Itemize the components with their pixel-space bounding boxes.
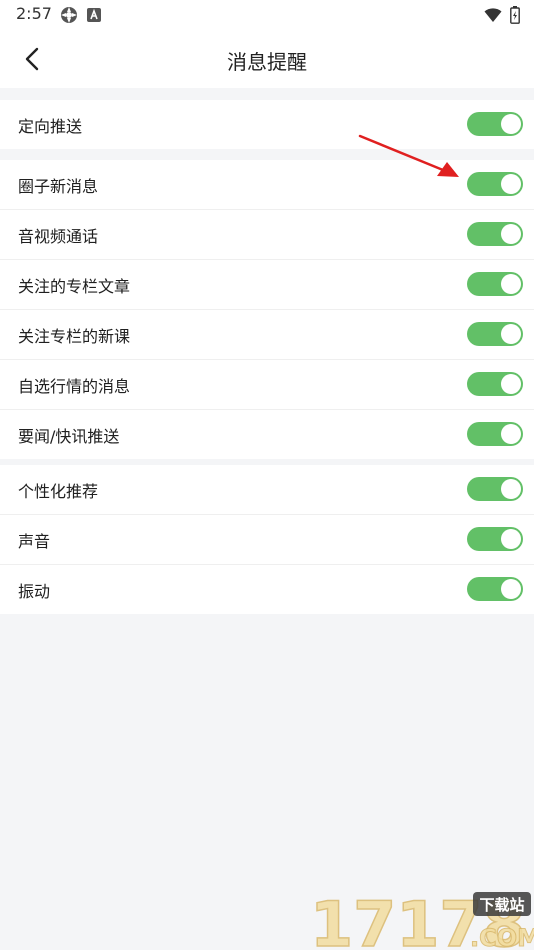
toggle-knob [501,374,521,394]
toggle-knob [501,479,521,499]
toggle-knob [501,579,521,599]
toggle-switch[interactable] [467,272,523,296]
setting-row-personalized-recommendation: 个性化推荐 [0,465,534,515]
toggle-switch[interactable] [467,222,523,246]
status-icons-left [60,6,102,24]
setting-row-directed-push: 定向推送 [0,100,534,149]
watermark-badge: 下载站 [479,896,524,914]
toggle-knob [501,174,521,194]
watermark-logo: 17178 下载站 .COM [309,888,534,950]
toggle-switch[interactable] [467,527,523,551]
setting-label: 关注的专栏文章 [18,276,131,296]
toggle-switch[interactable] [467,112,523,136]
page-title: 消息提醒 [227,50,307,74]
setting-row-followed-column-articles: 关注的专栏文章 [0,260,534,310]
setting-label: 个性化推荐 [18,481,99,501]
setting-label: 圈子新消息 [18,176,99,196]
toggle-knob [501,274,521,294]
toggle-knob [501,324,521,344]
setting-row-circle-messages: 圈子新消息 [0,160,534,210]
settings-group-preferences: 个性化推荐 声音 振动 [0,465,534,614]
toggle-knob [501,529,521,549]
wifi-icon [484,8,502,22]
toggle-switch[interactable] [467,477,523,501]
settings-group-messages: 圈子新消息 音视频通话 关注的专栏文章 关注专栏的新课 自选行情的消息 要闻/快… [0,160,534,459]
accessibility-icon [87,8,101,22]
toggle-knob [501,424,521,444]
toggle-switch[interactable] [467,172,523,196]
setting-label: 自选行情的消息 [18,376,131,396]
android-settings-icon [61,7,77,23]
header: 消息提醒 [0,30,534,88]
setting-row-sound: 声音 [0,515,534,565]
setting-row-watchlist-messages: 自选行情的消息 [0,360,534,410]
setting-row-vibration: 振动 [0,565,534,614]
setting-label: 振动 [18,581,51,601]
battery-icon [510,6,520,24]
setting-label: 音视频通话 [18,226,99,246]
toggle-switch[interactable] [467,372,523,396]
toggle-switch[interactable] [467,577,523,601]
toggle-switch[interactable] [467,422,523,446]
setting-label: 要闻/快讯推送 [18,426,120,446]
setting-row-av-call: 音视频通话 [0,210,534,260]
setting-label: 关注专栏的新课 [18,326,131,346]
setting-row-news-flash: 要闻/快讯推送 [0,410,534,459]
status-bar: 2:57 [0,0,534,30]
toggle-knob [501,224,521,244]
toggle-switch[interactable] [467,322,523,346]
status-time: 2:57 [16,4,52,23]
toggle-knob [501,114,521,134]
setting-row-followed-column-courses: 关注专栏的新课 [0,310,534,360]
status-icons-right [484,6,520,24]
settings-group-push: 定向推送 [0,100,534,149]
setting-label: 声音 [18,531,51,551]
watermark-domain: .COM [470,924,534,950]
setting-label: 定向推送 [18,116,83,136]
